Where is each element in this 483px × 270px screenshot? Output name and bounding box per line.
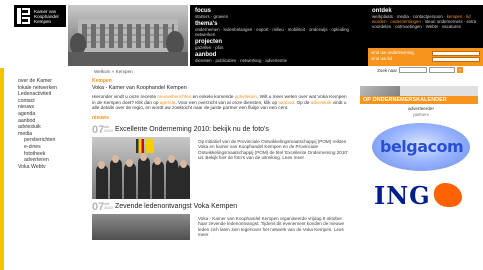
news-date-month: okt 2010 bbox=[104, 201, 113, 211]
nav-group-aanbod: aanbod diensten · publicaties · netwerki… bbox=[195, 52, 363, 63]
sub-bar: Welkom » Kempen Zoek naar » bbox=[92, 66, 483, 76]
flag-icon bbox=[146, 138, 154, 153]
header-photo bbox=[68, 5, 188, 66]
news-section-label: nieuws bbox=[92, 114, 109, 121]
voka-logo-icon bbox=[17, 8, 31, 24]
news-title[interactable]: Excellente Onderneming 2010: bekijk nu d… bbox=[115, 125, 350, 135]
intro-link-aanbod[interactable]: aanbod bbox=[278, 100, 294, 105]
promo-banner[interactable]: OP ONDERNEMERSKALENDER bbox=[360, 86, 478, 104]
sidebar-item-over-de-kamer[interactable]: over de Kamer bbox=[18, 78, 86, 85]
sidebar-item-agenda[interactable]: agenda bbox=[18, 111, 86, 118]
sidebar-item-aanbod[interactable]: aanbod bbox=[18, 118, 86, 125]
logo-text: Kamer van Koophandel Kempen bbox=[34, 9, 59, 24]
news-photo[interactable] bbox=[92, 136, 190, 199]
accent-strip bbox=[0, 68, 4, 270]
nav-group-projecten: projecten gazellen · plus bbox=[195, 39, 363, 50]
news-date: 07 okt 2010 bbox=[92, 201, 113, 214]
sidebar-subitem-fototheek[interactable]: fototheek bbox=[18, 151, 86, 158]
intro-text: en enkele komende bbox=[192, 94, 234, 99]
news-date-year: 2010 bbox=[104, 205, 113, 211]
sidebar-item-lokale-netwerken[interactable]: lokale netwerken bbox=[18, 85, 86, 92]
sidebar-item-voka-webtv[interactable]: Voka Webtv bbox=[18, 164, 86, 171]
nav-links[interactable]: starters · groeien bbox=[195, 14, 363, 19]
search-input[interactable] bbox=[399, 67, 427, 73]
sponsor-sublabel: partners bbox=[413, 111, 429, 117]
nav-right-links[interactable]: werkplaats · media · contactpersoon · ke… bbox=[372, 14, 479, 29]
news-item: 07 okt 2010 Zevende ledenontvangst Voka … bbox=[92, 201, 350, 240]
news-date: 07 okt 2010 bbox=[92, 124, 113, 137]
quick-search-strip: vind uw onderneming vind uw lid bbox=[368, 48, 483, 66]
search-label: Zoek naar bbox=[377, 67, 397, 73]
sidebar-subitem-adverteren[interactable]: adverteren bbox=[18, 157, 86, 164]
sidebar-subitem-persberichten[interactable]: persberichten bbox=[18, 137, 86, 144]
intro-text: Hieronder vindt u onze recente bbox=[92, 94, 157, 99]
news-summary: Op initiatief van de Provinciale Ontwikk… bbox=[198, 138, 348, 160]
find-company-select[interactable] bbox=[432, 50, 480, 56]
news-item: 07 okt 2010 Excellente Onderneming 2010:… bbox=[92, 124, 350, 199]
news-summary: Voka - Kamer van Koophandel Kempen organ… bbox=[198, 215, 345, 237]
ing-wordmark: ING bbox=[374, 180, 431, 210]
nav-links[interactable]: ondernemen · ledenbelangen · export · mi… bbox=[195, 27, 363, 37]
logo-line3: Kempen bbox=[34, 18, 52, 24]
belgacom-logo[interactable]: belgacom bbox=[372, 122, 470, 171]
intro-link-adviesluik[interactable]: adviesluik bbox=[311, 100, 332, 105]
ing-logo[interactable]: ING bbox=[360, 180, 482, 210]
news-photo[interactable] bbox=[92, 213, 190, 240]
belgacom-wordmark: belgacom bbox=[380, 136, 464, 156]
page-title: Voka - Kamer van Koophandel Kempen bbox=[92, 85, 187, 91]
logo[interactable]: Kamer van Koophandel Kempen bbox=[14, 5, 66, 27]
intro-paragraph: Hieronder vindt u onze recente nieuwsber… bbox=[92, 94, 350, 111]
find-member-select[interactable] bbox=[432, 56, 480, 62]
right-navigation: ontdek werkplaats · media · contactperso… bbox=[368, 5, 483, 48]
sidebar-item-nieuws[interactable]: nieuws bbox=[18, 104, 86, 111]
news-title[interactable]: Zevende ledenontvangst Voka Kempen bbox=[115, 202, 350, 212]
find-member-label: vind uw lid bbox=[371, 56, 393, 61]
promo-label: OP ONDERNEMERSKALENDER bbox=[360, 96, 478, 104]
main-content: Kempen Voka - Kamer van Koophandel Kempe… bbox=[92, 78, 350, 240]
nav-group-themas: thema's ondernemen · ledenbelangen · exp… bbox=[195, 21, 363, 37]
intro-text: . Op de bbox=[294, 99, 310, 105]
search-bar: Zoek naar » bbox=[377, 67, 463, 73]
main-navigation: focus starters · groeien thema's onderne… bbox=[190, 5, 368, 66]
flag-icon bbox=[136, 138, 144, 153]
sidebar-item-media[interactable]: media bbox=[18, 131, 86, 138]
news-date-month: okt 2010 bbox=[104, 124, 113, 134]
logo-line2: Koophandel bbox=[34, 13, 59, 19]
sidebar-subitem-e-zines[interactable]: e-zines bbox=[18, 144, 86, 151]
section-label: Kempen bbox=[92, 78, 112, 84]
intro-text: . Voor een overzicht van al onze dienste… bbox=[175, 99, 278, 105]
nav-links[interactable]: gazellen · plus bbox=[195, 45, 363, 50]
search-button[interactable]: » bbox=[457, 67, 463, 73]
nav-links[interactable]: diensten · publicaties · netwerking · ad… bbox=[195, 58, 363, 63]
sidebar-item-adviesluik[interactable]: adviesluik bbox=[18, 124, 86, 131]
intro-link-agenda[interactable]: agenda bbox=[160, 100, 176, 105]
nav-group-focus: focus starters · groeien bbox=[195, 8, 363, 19]
intro-link-nieuwsberichten[interactable]: nieuwsberichten bbox=[157, 94, 191, 99]
intro-link-activiteiten[interactable]: activiteiten bbox=[235, 94, 257, 99]
sidebar-item-contact[interactable]: contact bbox=[18, 98, 86, 105]
sidebar: over de Kamer lokale netwerken Ledenacti… bbox=[18, 78, 86, 170]
news-date-year: 2010 bbox=[104, 128, 113, 134]
sidebar-item-ledenactiviteit[interactable]: Ledenactiviteit bbox=[18, 91, 86, 98]
logo-line1: Kamer van bbox=[34, 8, 57, 14]
breadcrumb[interactable]: Welkom » Kempen bbox=[94, 69, 133, 74]
search-scope-select[interactable] bbox=[429, 67, 455, 73]
right-column: OP ONDERNEMERSKALENDER adverteerder part… bbox=[360, 86, 482, 210]
lion-icon bbox=[434, 182, 462, 207]
